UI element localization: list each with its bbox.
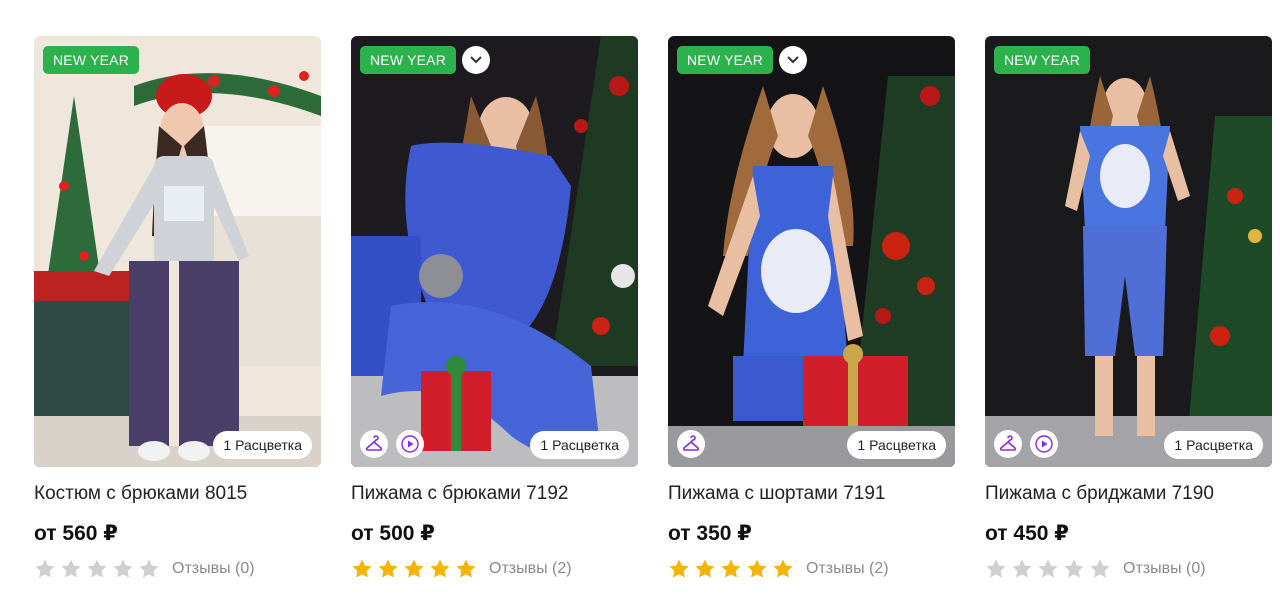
star-rating (34, 558, 160, 580)
star-icon (61, 559, 81, 578)
star-icon (773, 559, 793, 578)
star-icon (1012, 559, 1032, 578)
product-photo[interactable]: NEW YEAR 1 Расцветка (34, 36, 321, 467)
product-image (668, 36, 955, 467)
product-photo[interactable]: NEW YEAR 1 Расцветка (985, 36, 1272, 467)
color-count-pill[interactable]: 1 Расцветка (530, 431, 629, 459)
product-image (985, 36, 1272, 467)
product-price: от 500 ₽ (351, 522, 435, 545)
star-icon (404, 559, 424, 578)
star-icon (430, 559, 450, 578)
reviews-link[interactable]: Отзывы (2) (806, 560, 889, 578)
chevron-down-icon[interactable] (779, 46, 807, 74)
color-count-pill[interactable]: 1 Расцветка (1164, 431, 1263, 459)
product-photo[interactable]: NEW YEAR 1 Расцветка (351, 36, 638, 467)
rating-row: Отзывы (2) (351, 558, 638, 580)
product-photo[interactable]: NEW YEAR 1 Расцветка (668, 36, 955, 467)
reviews-link[interactable]: Отзывы (0) (172, 560, 255, 578)
star-icon (113, 559, 133, 578)
star-icon (1038, 559, 1058, 578)
star-icon (139, 559, 159, 578)
hanger-icon[interactable] (677, 430, 705, 458)
product-card[interactable]: NEW YEAR 1 Расцветка Костюм с брюками 80… (34, 36, 321, 580)
play-icon[interactable] (1030, 430, 1058, 458)
product-title[interactable]: Костюм с брюками 8015 (34, 483, 321, 505)
star-icon (695, 559, 715, 578)
rating-row: Отзывы (2) (668, 558, 955, 580)
new-year-badge: NEW YEAR (360, 46, 457, 74)
hanger-icon[interactable] (994, 430, 1022, 458)
hanger-icon[interactable] (360, 430, 388, 458)
star-icon (352, 559, 372, 578)
star-rating (351, 558, 477, 580)
product-card[interactable]: NEW YEAR 1 Расцветка Пижама с брюками 71… (351, 36, 638, 580)
color-count-pill[interactable]: 1 Расцветка (847, 431, 946, 459)
star-icon (747, 559, 767, 578)
star-icon (456, 559, 476, 578)
star-icon (721, 559, 741, 578)
product-title[interactable]: Пижама с шортами 7191 (668, 483, 955, 505)
reviews-link[interactable]: Отзывы (2) (489, 560, 572, 578)
rating-row: Отзывы (0) (985, 558, 1272, 580)
chevron-down-icon[interactable] (462, 46, 490, 74)
product-card[interactable]: NEW YEAR 1 Расцветка Пижама с шортами 71… (668, 36, 955, 580)
product-price: от 450 ₽ (985, 522, 1069, 545)
product-image (351, 36, 638, 467)
product-grid: NEW YEAR 1 Расцветка Костюм с брюками 80… (34, 36, 1272, 580)
star-icon (378, 559, 398, 578)
star-icon (1090, 559, 1110, 578)
product-price: от 350 ₽ (668, 522, 752, 545)
rating-row: Отзывы (0) (34, 558, 321, 580)
new-year-badge: NEW YEAR (43, 46, 140, 74)
star-icon (669, 559, 689, 578)
star-rating (668, 558, 794, 580)
product-title[interactable]: Пижама с бриджами 7190 (985, 483, 1272, 505)
color-count-pill[interactable]: 1 Расцветка (213, 431, 312, 459)
new-year-badge: NEW YEAR (677, 46, 774, 74)
star-rating (985, 558, 1111, 580)
new-year-badge: NEW YEAR (994, 46, 1091, 74)
reviews-link[interactable]: Отзывы (0) (1123, 560, 1206, 578)
star-icon (35, 559, 55, 578)
play-icon[interactable] (396, 430, 424, 458)
product-title[interactable]: Пижама с брюками 7192 (351, 483, 638, 505)
star-icon (986, 559, 1006, 578)
star-icon (87, 559, 107, 578)
product-card[interactable]: NEW YEAR 1 Расцветка Пижама с бриджами 7… (985, 36, 1272, 580)
star-icon (1064, 559, 1084, 578)
product-price: от 560 ₽ (34, 522, 118, 545)
product-image (34, 36, 321, 467)
